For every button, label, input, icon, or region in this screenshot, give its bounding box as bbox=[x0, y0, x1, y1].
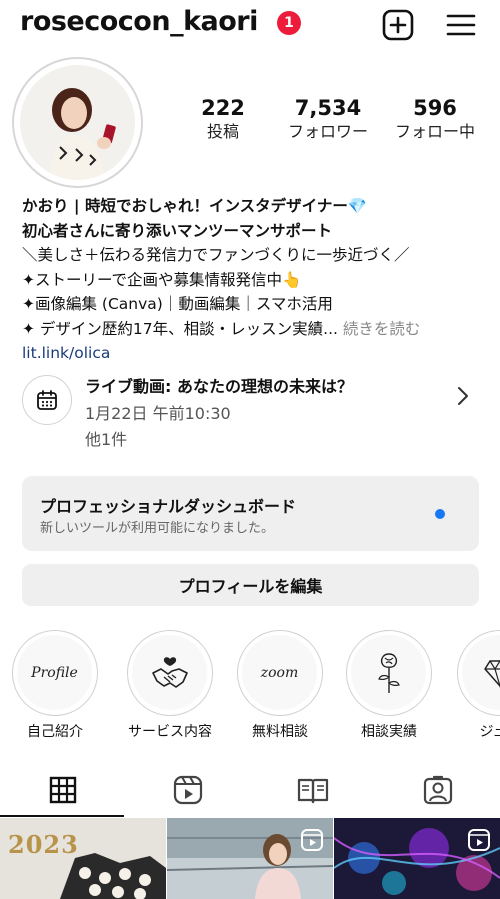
read-more-link[interactable]: 続きを読む bbox=[343, 320, 421, 338]
stat-followers-value: 7,534 bbox=[294, 96, 362, 120]
profile-bio: かおり | 時短でおしゃれ！インスタデザイナー💎 初心者さんに寄り添いマンツーマ… bbox=[22, 194, 492, 366]
menu-icon bbox=[446, 14, 476, 36]
dashboard-subtitle: 新しいツールが利用可能になりました。 bbox=[40, 521, 275, 536]
stat-followers[interactable]: 7,534 フォロワー bbox=[278, 95, 378, 143]
bio-line-5: ✦画像編集 (Canva)｜動画編集｜スマホ活用 bbox=[22, 295, 333, 313]
event-date: 1月22日 午前10:30 bbox=[85, 404, 231, 423]
bio-line-3: ＼美しさ＋伝わる発信力でファンづくりに一歩近づく／ bbox=[22, 246, 410, 264]
bio-line-4: ✦ストーリーで企画や募集情報発信中👆 bbox=[22, 270, 302, 289]
stat-following-label: フォロー中 bbox=[394, 122, 475, 141]
edit-profile-button[interactable]: プロフィールを編集 bbox=[22, 564, 479, 606]
post-thumbnail[interactable]: 2023 bbox=[0, 818, 166, 899]
event-title: ライブ動画: あなたの理想の未来は？ bbox=[85, 377, 353, 396]
tab-guides[interactable] bbox=[250, 762, 375, 818]
avatar bbox=[20, 65, 135, 180]
stat-following[interactable]: 596 フォロー中 bbox=[385, 95, 485, 143]
highlight-label: 自己紹介 bbox=[27, 724, 83, 740]
post-thumbnail[interactable] bbox=[334, 818, 500, 899]
username-title[interactable]: rosecocon_kaori bbox=[20, 6, 258, 37]
new-indicator-dot bbox=[435, 509, 445, 519]
stat-posts-value: 222 bbox=[201, 96, 245, 120]
bio-line-6: ✦ デザイン歴約17年、相談・レッスン実績... 続きを読む bbox=[22, 317, 492, 342]
notification-badge[interactable]: 1 bbox=[277, 11, 301, 35]
professional-dashboard-card[interactable]: プロフェッショナルダッシュボード 新しいツールが利用可能になりました。 bbox=[22, 476, 479, 551]
active-tab-indicator bbox=[0, 815, 124, 817]
add-post-button[interactable] bbox=[381, 8, 415, 42]
menu-button[interactable] bbox=[444, 8, 478, 42]
dashboard-title: プロフェッショナルダッシュボード bbox=[40, 497, 297, 516]
highlight-label: 無料相談 bbox=[252, 724, 308, 740]
highlight-cover-text: zoom bbox=[260, 664, 299, 681]
tab-tagged[interactable] bbox=[375, 762, 500, 818]
calendar-icon bbox=[22, 375, 72, 425]
top-bar: rosecocon_kaori 1 bbox=[0, 0, 500, 52]
bio-name-line: かおり | 時短でおしゃれ！インスタデザイナー💎 bbox=[22, 197, 368, 215]
handshake-icon bbox=[151, 656, 188, 688]
grid-icon bbox=[49, 776, 76, 804]
rose-icon bbox=[377, 652, 400, 693]
story-highlights: Profile 自己紹介 サービス内容 zoom 無料相談 相談実績 ジュ bbox=[0, 628, 500, 748]
bio-line-6-text: ✦ デザイン歴約17年、相談・レッスン実績... bbox=[22, 319, 338, 338]
stat-following-value: 596 bbox=[413, 96, 457, 120]
tagged-person-icon bbox=[423, 775, 452, 805]
bio-line-2: 初心者さんに寄り添いマンツーマンサポート bbox=[22, 221, 333, 240]
highlight-label: サービス内容 bbox=[128, 724, 212, 740]
highlight-cover-text: Profile bbox=[31, 664, 78, 681]
highlight-cover: Profile bbox=[12, 630, 98, 716]
book-icon bbox=[297, 778, 328, 804]
highlight-label: 相談実績 bbox=[361, 724, 417, 740]
tab-reels[interactable] bbox=[125, 762, 250, 818]
bio-link[interactable]: lit.link/olica bbox=[22, 341, 492, 366]
profile-tabs bbox=[0, 762, 500, 818]
reel-badge-icon bbox=[468, 829, 490, 851]
post-thumbnail[interactable] bbox=[167, 818, 333, 899]
highlight-cover bbox=[457, 630, 500, 716]
reel-badge-icon bbox=[301, 829, 323, 851]
stat-posts-label: 投稿 bbox=[206, 122, 239, 141]
event-more-count: 他1件 bbox=[85, 430, 128, 449]
highlight-cover bbox=[127, 630, 213, 716]
stat-posts[interactable]: 222 投稿 bbox=[173, 95, 273, 143]
highlight-label: ジュエ bbox=[479, 724, 500, 740]
highlight-cover bbox=[346, 630, 432, 716]
highlight-cover: zoom bbox=[237, 630, 323, 716]
scheduled-live-event[interactable]: ライブ動画: あなたの理想の未来は？ 1月22日 午前10:30 他1件 bbox=[22, 365, 482, 455]
chevron-right-icon bbox=[456, 385, 470, 411]
reels-icon bbox=[173, 775, 202, 805]
tab-posts-grid[interactable] bbox=[0, 762, 125, 818]
posts-grid: 2023 bbox=[0, 818, 500, 899]
stat-followers-label: フォロワー bbox=[287, 122, 368, 141]
post-year-text: 2023 bbox=[8, 830, 79, 859]
diamond-icon bbox=[483, 659, 500, 688]
add-post-icon bbox=[382, 9, 414, 41]
profile-avatar-ring[interactable] bbox=[12, 57, 143, 188]
